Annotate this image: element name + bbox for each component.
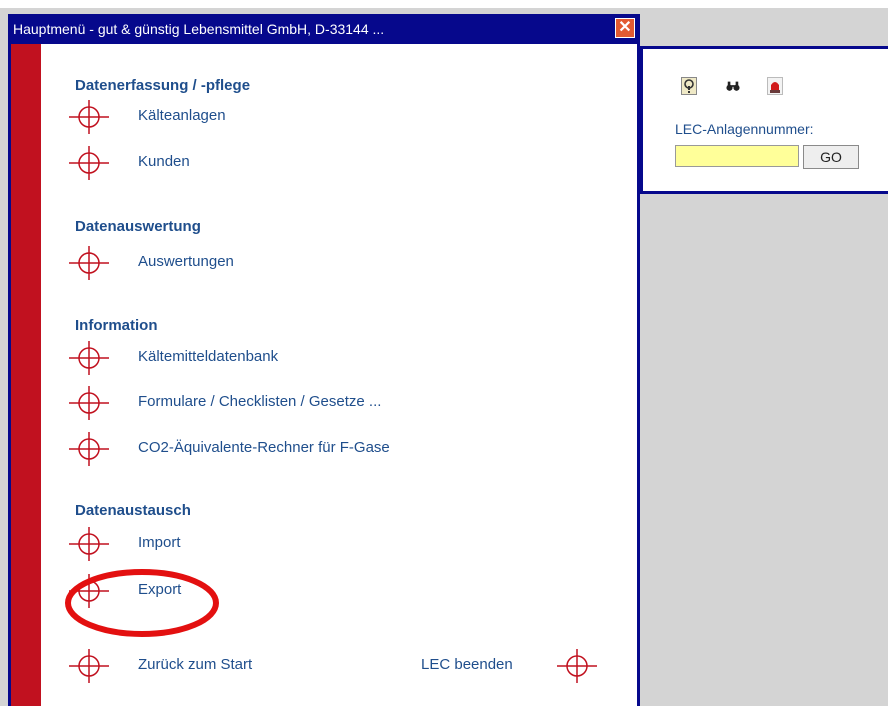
menu-item-kaelteanlagen[interactable]: Kälteanlagen: [69, 100, 529, 134]
crosshair-icon: [69, 100, 109, 134]
close-icon: ✕: [618, 19, 632, 36]
menu-item-label: Kälteanlagen: [138, 107, 226, 124]
crosshair-icon: [69, 341, 109, 375]
menu-item-label: Auswertungen: [138, 253, 234, 270]
menu-item-label: Import: [138, 534, 181, 551]
main-menu-window: Hauptmenü - gut & günstig Lebensmittel G…: [8, 14, 640, 706]
section-heading-information: Information: [75, 317, 158, 334]
menu-item-label: CO2-Äquivalente-Rechner für F-Gase: [138, 439, 390, 456]
alarm-light-icon[interactable]: [767, 77, 783, 95]
menu-item-label: Kunden: [138, 153, 190, 170]
menu-item-co2-rechner[interactable]: CO2-Äquivalente-Rechner für F-Gase: [69, 432, 529, 466]
menu-item-export[interactable]: Export: [69, 574, 529, 608]
menu-item-auswertungen[interactable]: Auswertungen: [69, 246, 529, 280]
crosshair-icon: [69, 649, 109, 683]
crosshair-icon: [69, 432, 109, 466]
crosshair-icon: [69, 386, 109, 420]
lec-search-panel: LEC-Anlagennummer: GO: [640, 46, 888, 194]
exit-lec-link[interactable]: LEC beenden: [421, 649, 601, 683]
crosshair-icon: [557, 649, 597, 683]
back-to-start-label: Zurück zum Start: [138, 656, 253, 673]
go-button[interactable]: GO: [803, 145, 859, 169]
menu-item-label: Export: [138, 581, 182, 598]
menu-item-kaeltemitteldatenbank[interactable]: Kältemitteldatenbank: [69, 341, 529, 375]
window-title: Hauptmenü - gut & günstig Lebensmittel G…: [13, 21, 385, 37]
top-strip: [0, 0, 888, 8]
lec-number-input[interactable]: [675, 145, 799, 167]
section-heading-datenaustausch: Datenaustausch: [75, 502, 191, 519]
help-icon-glyph: [684, 79, 694, 93]
crosshair-icon: [69, 146, 109, 180]
binoculars-icon-glyph: [726, 81, 740, 91]
menu-item-label: Kältemitteldatenbank: [138, 348, 279, 365]
close-button[interactable]: ✕: [615, 18, 635, 38]
crosshair-icon: [69, 246, 109, 280]
window-titlebar: Hauptmenü - gut & günstig Lebensmittel G…: [11, 14, 637, 44]
alarm-light-icon-glyph: [770, 82, 780, 93]
menu-item-kunden[interactable]: Kunden: [69, 146, 529, 180]
crosshair-icon: [69, 574, 109, 608]
exit-lec-label: LEC beenden: [421, 656, 513, 673]
menu-item-formulare[interactable]: Formulare / Checklisten / Gesetze ...: [69, 386, 529, 420]
binoculars-icon[interactable]: [725, 77, 741, 95]
section-heading-datenerfassung: Datenerfassung / -pflege: [75, 77, 251, 94]
menu-item-import[interactable]: Import: [69, 527, 529, 561]
red-side-bar: [11, 44, 41, 706]
crosshair-icon: [69, 527, 109, 561]
section-heading-datenauswertung: Datenauswertung: [75, 218, 201, 235]
lec-number-label: LEC-Anlagennummer:: [675, 121, 814, 137]
back-to-start-link[interactable]: Zurück zum Start: [69, 649, 349, 683]
menu-item-label: Formulare / Checklisten / Gesetze ...: [138, 393, 382, 410]
help-icon[interactable]: [681, 77, 697, 95]
